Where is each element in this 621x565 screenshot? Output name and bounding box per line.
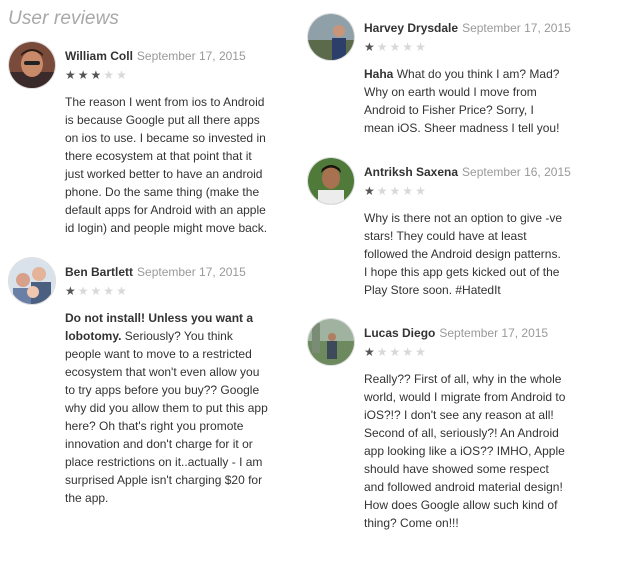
star-empty-icon: ★ [77,284,91,298]
review-body: Why is there not an option to give -ve s… [364,209,567,299]
review-meta: Harvey Drysdale September 17, 2015 [364,19,571,37]
star-filled-icon: ★ [364,184,377,198]
star-filled-icon: ★ [65,68,78,82]
review-text: Why is there not an option to give -ve s… [364,211,563,297]
review-date: September 17, 2015 [462,21,571,35]
review-body: The reason I went from ios to Android is… [65,93,268,237]
star-filled-icon: ★ [90,68,104,82]
section-title: User reviews [8,8,119,29]
star-empty-icon: ★ [389,40,403,54]
star-filled-icon: ★ [364,40,377,54]
review-body: Really?? First of all, why in the whole … [364,370,567,532]
star-empty-icon: ★ [415,184,428,198]
avatar[interactable] [307,318,355,366]
star-empty-icon: ★ [116,284,129,298]
review-text: Seriously? You think people want to move… [65,329,268,505]
star-empty-icon: ★ [116,68,129,82]
avatar[interactable] [307,157,355,205]
star-empty-icon: ★ [103,284,117,298]
star-rating: ★★★★★ [364,40,428,54]
star-rating: ★★★★★ [65,284,129,298]
star-empty-icon: ★ [415,345,428,359]
review-author[interactable]: Antriksh Saxena [364,165,458,179]
star-empty-icon: ★ [402,345,416,359]
review-date: September 17, 2015 [136,49,246,63]
star-filled-icon: ★ [364,345,377,359]
review-meta: Lucas Diego September 17, 2015 [364,324,548,342]
star-rating: ★★★★★ [364,345,428,359]
review-lead: Haha [364,67,394,81]
review-author[interactable]: Harvey Drysdale [364,21,458,35]
star-empty-icon: ★ [389,184,403,198]
star-empty-icon: ★ [402,40,416,54]
review-date: September 17, 2015 [137,265,246,279]
star-empty-icon: ★ [376,184,390,198]
star-filled-icon: ★ [77,68,91,82]
review-body: Do not install! Unless you want a loboto… [65,309,268,507]
review-author[interactable]: Lucas Diego [364,326,435,340]
avatar[interactable] [8,41,56,89]
star-empty-icon: ★ [402,184,416,198]
star-empty-icon: ★ [376,345,390,359]
star-empty-icon: ★ [415,40,428,54]
review-meta: William Coll September 17, 2015 [65,47,246,65]
review-text: Really?? First of all, why in the whole … [364,372,566,530]
review-meta: Antriksh Saxena September 16, 2015 [364,163,571,181]
avatar[interactable] [8,257,56,305]
star-rating: ★★★★★ [364,184,428,198]
star-empty-icon: ★ [389,345,403,359]
star-empty-icon: ★ [90,284,104,298]
review-author[interactable]: William Coll [65,49,133,63]
review-text: The reason I went from ios to Android is… [65,95,268,235]
star-filled-icon: ★ [65,284,78,298]
star-empty-icon: ★ [103,68,117,82]
review-meta: Ben Bartlett September 17, 2015 [65,263,246,281]
star-rating: ★★★★★ [65,68,129,82]
avatar[interactable] [307,13,355,61]
review-date: September 17, 2015 [439,326,549,340]
star-empty-icon: ★ [376,40,390,54]
review-text: What do you think I am? Mad? Why on eart… [364,67,560,135]
review-date: September 16, 2015 [462,165,571,179]
review-body: Haha What do you think I am? Mad? Why on… [364,65,567,137]
review-author[interactable]: Ben Bartlett [65,265,133,279]
